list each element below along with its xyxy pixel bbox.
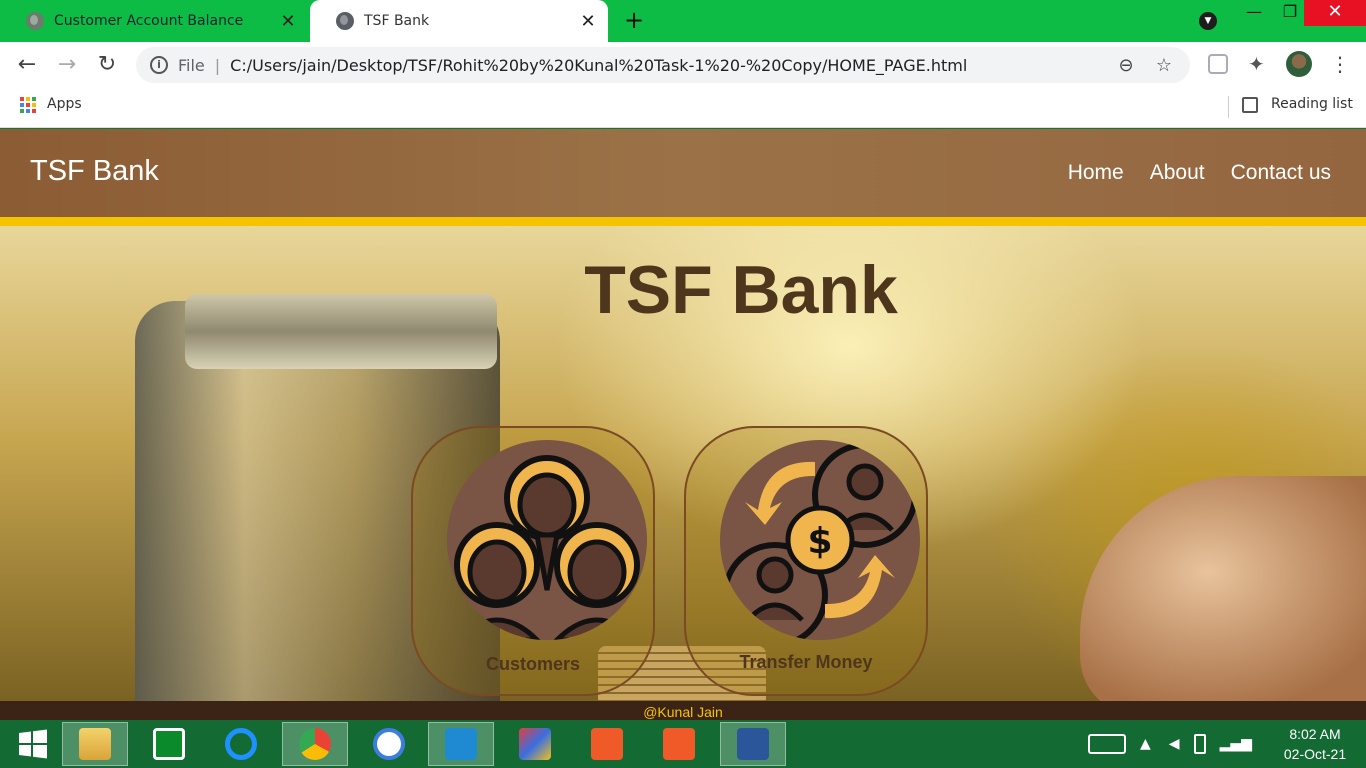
nav-contact-link[interactable]: Contact us [1231, 161, 1331, 185]
hand-image [1080, 476, 1366, 716]
windows-logo-icon [19, 729, 47, 759]
back-icon[interactable]: ← [14, 52, 40, 78]
web-page: TSF Bank Home About Contact us TSF Bank … [0, 129, 1366, 721]
kebab-menu-icon[interactable]: ⋮ [1330, 51, 1350, 77]
volume-icon[interactable]: ◀ [1169, 736, 1180, 752]
apps-grid-icon[interactable] [20, 97, 36, 113]
cube-icon [519, 728, 551, 760]
internet-explorer-icon [225, 728, 257, 760]
globe-icon [26, 12, 44, 30]
tab-title: TSF Bank [364, 13, 430, 29]
tab-search-icon[interactable]: ▼ [1199, 12, 1217, 30]
address-bar[interactable]: i File | C:/Users/jain/Desktop/TSF/Rohit… [136, 47, 1190, 83]
internet-explorer-button[interactable] [208, 722, 274, 766]
camera-icon [663, 728, 695, 760]
header-accent-border [0, 217, 1366, 226]
reload-icon[interactable]: ↻ [94, 52, 120, 78]
android-studio-button[interactable] [356, 722, 422, 766]
taskbar-clock[interactable]: 8:02 AM 02-Oct-21 [1270, 724, 1360, 764]
camera-app-button[interactable] [646, 722, 712, 766]
transfer-money-icon: $ [720, 440, 920, 640]
battery-icon[interactable] [1193, 734, 1206, 754]
new-tab-icon[interactable]: + [624, 8, 644, 32]
divider: | [214, 55, 221, 75]
nav-home-link[interactable]: Home [1068, 161, 1124, 185]
close-tab-icon[interactable]: ✕ [576, 11, 600, 32]
browser-toolbar: ← → ↻ i File | C:/Users/jain/Desktop/TSF… [0, 42, 1366, 88]
info-icon[interactable]: i [150, 56, 168, 74]
site-header: TSF Bank Home About Contact us [0, 129, 1366, 217]
profile-avatar[interactable] [1286, 51, 1312, 77]
vscode-button[interactable] [428, 722, 494, 766]
chevron-up-icon[interactable]: ▲ [1140, 736, 1151, 752]
store-button[interactable] [136, 722, 202, 766]
tab-strip: Customer Account Balance ✕ TSF Bank ✕ + … [0, 0, 1366, 42]
chrome-icon [299, 728, 331, 760]
android-studio-icon [373, 728, 405, 760]
windows-taskbar: ▲ ◀ ▂▄▆ 8:02 AM 02-Oct-21 [0, 720, 1366, 768]
divider [1228, 96, 1229, 118]
tab-title: Customer Account Balance [54, 13, 244, 29]
word-button[interactable] [720, 722, 786, 766]
site-brand[interactable]: TSF Bank [30, 155, 159, 188]
keyboard-icon[interactable] [1088, 734, 1126, 754]
folder-icon [79, 728, 111, 760]
zoom-icon[interactable]: ⊖ [1114, 55, 1138, 76]
customers-icon [447, 440, 647, 640]
capture-icon [591, 728, 623, 760]
start-button[interactable] [0, 722, 66, 766]
extension-icon[interactable] [1208, 54, 1228, 74]
svg-text:$: $ [807, 521, 832, 562]
tab-tsf-bank[interactable]: TSF Bank ✕ [310, 0, 608, 42]
tab-customer-account-balance[interactable]: Customer Account Balance ✕ [0, 0, 308, 42]
hero-title: TSF Bank [584, 252, 898, 328]
hero-section: TSF Bank Customers $ Transfer Money [0, 226, 1366, 721]
nav-about-link[interactable]: About [1150, 161, 1205, 185]
system-tray: ▲ ◀ ▂▄▆ [1088, 720, 1252, 768]
capture-app-button[interactable] [574, 722, 640, 766]
app-cube-button[interactable] [502, 722, 568, 766]
word-icon [737, 728, 769, 760]
transfer-money-label[interactable]: Transfer Money [686, 652, 926, 673]
bookmarks-bar: Apps Reading list [0, 88, 1366, 128]
close-window-button[interactable]: ✕ [1304, 0, 1366, 26]
customers-label[interactable]: Customers [413, 654, 653, 675]
transfer-money-card[interactable]: $ Transfer Money [684, 426, 928, 696]
network-icon[interactable]: ▂▄▆ [1220, 736, 1252, 752]
url-text[interactable]: C:/Users/jain/Desktop/TSF/Rohit%20by%20K… [230, 56, 1114, 75]
vscode-icon [445, 728, 477, 760]
bookmark-star-icon[interactable]: ☆ [1152, 55, 1176, 76]
close-tab-icon[interactable]: ✕ [276, 11, 300, 32]
store-icon [153, 728, 185, 760]
site-nav: Home About Contact us [1068, 161, 1331, 185]
globe-icon [336, 12, 354, 30]
forward-icon[interactable]: → [54, 52, 80, 78]
apps-link[interactable]: Apps [47, 96, 82, 112]
clock-date: 02-Oct-21 [1283, 746, 1347, 762]
customers-card[interactable]: Customers [411, 426, 655, 696]
scheme-label: File [178, 55, 205, 75]
clock-time: 8:02 AM [1289, 726, 1341, 742]
file-explorer-button[interactable] [62, 722, 128, 766]
chrome-button[interactable] [282, 722, 348, 766]
reading-list-link[interactable]: Reading list [1271, 96, 1353, 112]
reading-list-icon[interactable] [1242, 97, 1258, 113]
extensions-puzzle-icon[interactable]: ✦ [1248, 52, 1265, 76]
site-footer: @Kunal Jain [0, 701, 1366, 721]
